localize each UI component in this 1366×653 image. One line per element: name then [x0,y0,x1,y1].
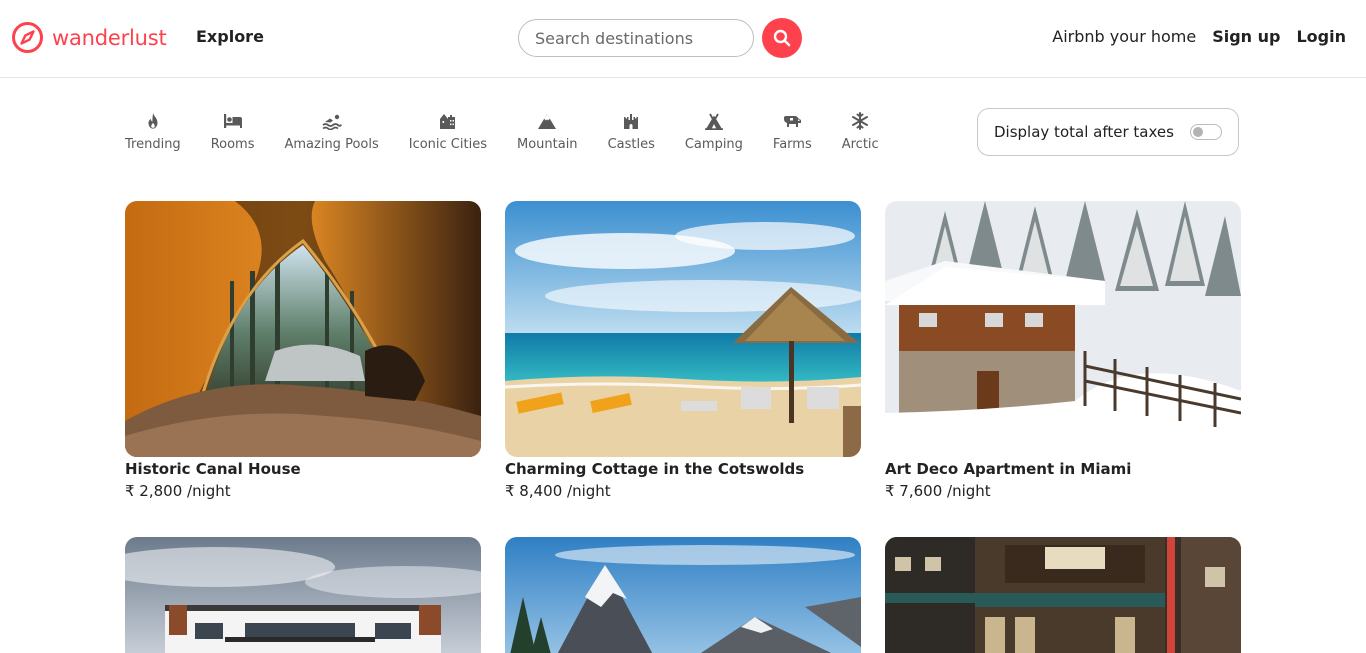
listing-card[interactable] [125,537,481,653]
login-link[interactable]: Login [1296,27,1346,46]
filter-iconic-cities[interactable]: Iconic Cities [400,108,496,152]
listing-card[interactable] [885,537,1241,653]
filter-mountain[interactable]: Mountain [508,108,587,152]
swimmer-icon [322,111,342,131]
cow-icon [782,111,802,131]
compass-icon [12,22,43,53]
filter-bar: Trending Rooms Amazing Pools Iconic Citi… [116,108,900,152]
listing-card[interactable]: Charming Cottage in the Cotswolds ₹ 8,40… [505,201,861,500]
switch-knob [1193,127,1203,137]
search-icon [773,29,791,47]
fire-icon [143,111,163,131]
search-input[interactable] [519,20,753,56]
listing-price: ₹ 8,400 /night [505,482,611,500]
signup-link[interactable]: Sign up [1212,27,1280,46]
filter-label: Castles [607,137,655,152]
brand-logo[interactable]: wanderlust [11,21,167,54]
filter-trending[interactable]: Trending [116,108,190,152]
listing-price: ₹ 7,600 /night [885,482,991,500]
nav-right: Airbnb your home Sign up Login [1052,27,1346,46]
listing-price: ₹ 2,800 /night [125,482,231,500]
filter-label: Amazing Pools [284,137,379,152]
listing-title: Historic Canal House [125,460,301,478]
beach-umbrella-photo [505,201,861,457]
city-icon [438,111,458,131]
listing-title: Art Deco Apartment in Miami [885,460,1132,478]
filter-label: Iconic Cities [408,137,487,152]
tent-forest-photo [125,201,481,457]
modern-villa-photo [125,537,481,653]
airbnb-your-home-link[interactable]: Airbnb your home [1052,27,1196,46]
filter-farms[interactable]: Farms [764,108,821,152]
filter-label: Trending [125,137,181,152]
japanese-shop-photo [885,537,1241,653]
filter-label: Camping [684,137,743,152]
listing-image[interactable] [885,201,1241,457]
listing-card[interactable]: Historic Canal House ₹ 2,800 /night [125,201,481,500]
listing-image[interactable] [125,537,481,653]
search-button[interactable] [762,18,802,58]
listing-image[interactable] [885,537,1241,653]
navbar: wanderlust Explore Airbnb your home Sign… [0,0,1366,78]
listing-card[interactable]: Art Deco Apartment in Miami ₹ 7,600 /nig… [885,201,1241,500]
mountain-peak-photo [505,537,861,653]
filter-camping[interactable]: Camping [676,108,752,152]
filter-castles[interactable]: Castles [599,108,664,152]
mountain-icon [537,111,557,131]
snowy-chalet-photo [885,201,1241,457]
tax-toggle-label: Display total after taxes [994,123,1174,141]
listing-image[interactable] [125,201,481,457]
listing-image[interactable] [505,537,861,653]
bed-icon [223,111,243,131]
campground-icon [704,111,724,131]
nav-explore-link[interactable]: Explore [196,27,264,46]
filter-label: Rooms [210,137,255,152]
filter-label: Mountain [516,137,578,152]
castle-icon [621,111,641,131]
filter-label: Arctic [841,137,879,152]
search-box [518,19,754,57]
filter-rooms[interactable]: Rooms [202,108,264,152]
listing-card[interactable] [505,537,861,653]
snowflake-icon [850,111,870,131]
listing-title: Charming Cottage in the Cotswolds [505,460,805,478]
tax-toggle[interactable]: Display total after taxes [977,108,1239,156]
filter-label: Farms [772,137,812,152]
listing-image[interactable] [505,201,861,457]
filter-arctic[interactable]: Arctic [833,108,888,152]
tax-toggle-switch[interactable] [1190,124,1222,140]
brand-name: wanderlust [52,25,167,50]
filter-amazing-pools[interactable]: Amazing Pools [275,108,387,152]
